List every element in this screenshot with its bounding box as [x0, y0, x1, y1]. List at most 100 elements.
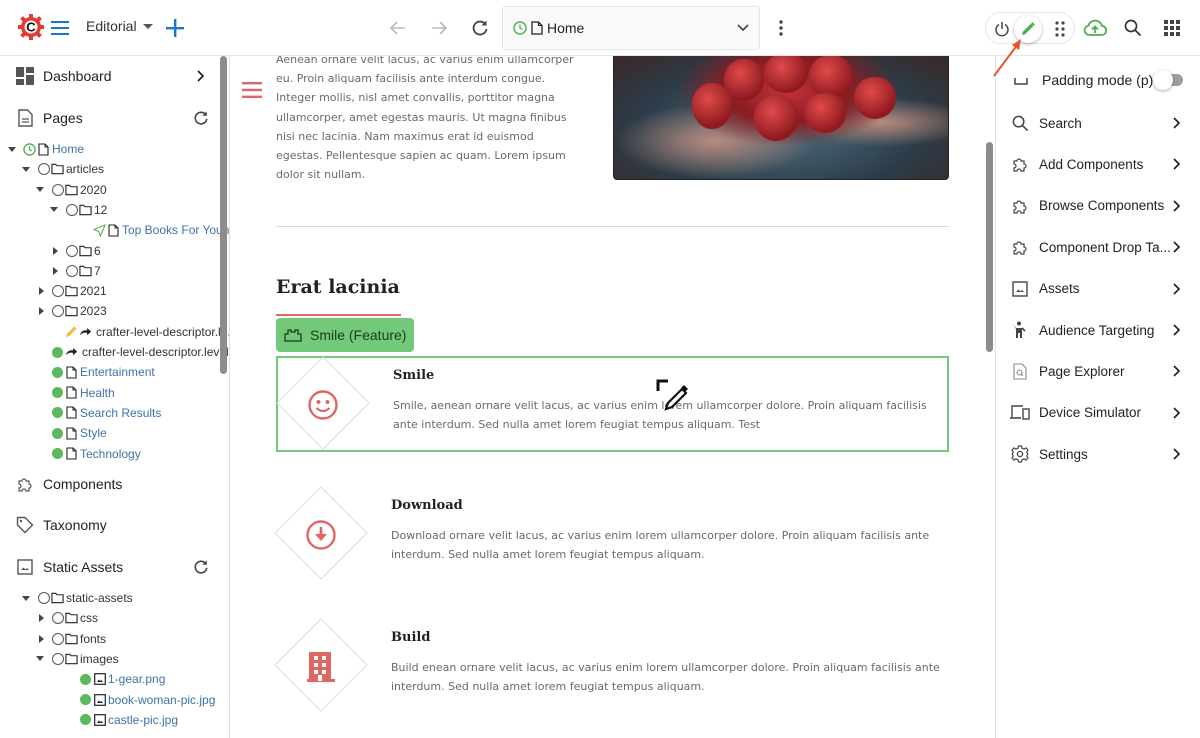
tree-item[interactable]: Entertainment: [0, 362, 229, 382]
preview-scrollbar[interactable]: [986, 142, 993, 352]
chevron-right-icon: [1170, 447, 1184, 461]
heading-underline: [276, 314, 401, 316]
expand-icon[interactable]: [37, 307, 45, 316]
tree-item[interactable]: 7: [0, 261, 229, 281]
strawberries-image[interactable]: [613, 56, 949, 180]
tools-item-audience-targeting[interactable]: Audience Targeting: [996, 310, 1200, 350]
create-content-button[interactable]: [163, 16, 187, 40]
sidebar-item-pages[interactable]: Pages: [0, 98, 220, 138]
edit-mode-button[interactable]: [1014, 15, 1042, 43]
tree-item[interactable]: Technology: [0, 444, 229, 464]
back-button[interactable]: [386, 16, 410, 40]
folder-icon: [79, 244, 92, 257]
tree-item[interactable]: crafter-level-descriptor.le...: [0, 322, 229, 342]
tree-item[interactable]: Home: [0, 139, 229, 159]
tree-item[interactable]: 6: [0, 241, 229, 261]
collapse-icon[interactable]: [36, 655, 44, 663]
feature-item-build[interactable]: Build Build enean ornare velit lacus, ac…: [274, 618, 949, 716]
feature-item-smile[interactable]: Smile Smile, aenean ornare velit lacus, …: [276, 356, 949, 452]
search-button[interactable]: [1121, 16, 1145, 40]
expand-icon[interactable]: [37, 634, 45, 643]
tree-item[interactable]: Style: [0, 423, 229, 443]
tree-item[interactable]: Health: [0, 383, 229, 403]
tree-item[interactable]: articles: [0, 159, 229, 179]
expand-icon[interactable]: [37, 287, 45, 296]
expand-icon[interactable]: [51, 246, 59, 255]
sidebar-toggle-button[interactable]: [50, 18, 70, 38]
tools-item-add-components[interactable]: Add Components: [996, 144, 1200, 184]
sidebar-item-taxonomy[interactable]: Taxonomy: [0, 505, 220, 545]
sidebar-item-label: Static Assets: [43, 559, 124, 575]
reload-button[interactable]: [468, 16, 492, 40]
selected-component-label[interactable]: Smile (Feature): [276, 318, 414, 352]
tools-item-browse-components[interactable]: Browse Components: [996, 186, 1200, 226]
padding-mode-toggle[interactable]: [1153, 70, 1185, 90]
tree-item-label: Health: [80, 385, 115, 400]
collapse-icon[interactable]: [8, 145, 16, 153]
tree-item[interactable]: crafter-level-descriptor.level...: [0, 342, 230, 362]
tree-item[interactable]: css: [0, 608, 229, 628]
live-status-icon: [79, 673, 92, 686]
feature-title: Download: [391, 498, 463, 513]
tools-item-search[interactable]: Search: [996, 103, 1200, 143]
refresh-icon: [472, 20, 488, 36]
tree-item[interactable]: castle-pic.jpg: [0, 710, 229, 730]
tools-item-page-explorer[interactable]: Page Explorer: [996, 351, 1200, 391]
live-status-icon: [51, 386, 64, 399]
page-options-button[interactable]: [770, 16, 792, 40]
devices-icon: [1010, 403, 1030, 423]
sidebar-scrollbar[interactable]: [220, 56, 227, 374]
none-status-icon: [51, 305, 64, 318]
address-bar[interactable]: Home: [502, 6, 760, 50]
sidebar-item-static-assets[interactable]: Static Assets: [0, 547, 220, 587]
collapse-icon[interactable]: [50, 206, 58, 214]
feature-title: Build: [391, 630, 431, 645]
sidebar-item-dashboard[interactable]: Dashboard: [0, 56, 220, 96]
move-mode-button[interactable]: [1048, 17, 1072, 41]
collapse-icon[interactable]: [22, 165, 30, 173]
tools-item-settings[interactable]: Settings: [996, 434, 1200, 474]
folder-icon: [65, 305, 78, 318]
chevron-right-icon: [1170, 157, 1184, 171]
tree-item[interactable]: 12: [0, 200, 229, 220]
tree-item[interactable]: 2023: [0, 301, 229, 321]
page-icon: [107, 224, 120, 237]
forward-button[interactable]: [427, 16, 451, 40]
plus-icon: [166, 19, 184, 37]
collapse-icon[interactable]: [36, 186, 44, 194]
publish-button[interactable]: [1082, 16, 1108, 40]
submitted-status-icon: [93, 223, 106, 237]
site-menu-button[interactable]: [242, 82, 262, 98]
expand-icon[interactable]: [51, 266, 59, 275]
page-icon: [65, 427, 78, 440]
tree-item[interactable]: 2021: [0, 281, 229, 301]
tools-item-component-drop-ta[interactable]: Component Drop Ta...: [996, 227, 1200, 267]
crafter-logo[interactable]: C: [18, 12, 44, 42]
tree-item-label: 6: [94, 243, 101, 258]
puzzle-icon: [1010, 237, 1030, 257]
feature-item-download[interactable]: Download Download ornare velit lacus, ac…: [274, 486, 949, 584]
refresh-assets-button[interactable]: [192, 558, 210, 576]
site-switcher[interactable]: Editorial: [86, 18, 153, 34]
preview-mode-button[interactable]: [990, 17, 1014, 41]
tree-item[interactable]: 2020: [0, 180, 229, 200]
tree-item[interactable]: 1-gear.png: [0, 669, 229, 689]
tree-item[interactable]: Search Results: [0, 403, 229, 423]
tools-item-assets[interactable]: Assets: [996, 269, 1200, 309]
tree-item[interactable]: book-woman-pic.jpg: [0, 690, 229, 710]
tree-item[interactable]: images: [0, 649, 229, 669]
expand-icon[interactable]: [37, 614, 45, 623]
tree-item[interactable]: Top Books For Youn...: [0, 220, 229, 240]
site-name: Editorial: [86, 18, 137, 34]
level-descriptor-icon: [65, 346, 78, 359]
tools-item-device-simulator[interactable]: Device Simulator: [996, 393, 1200, 433]
refresh-pages-button[interactable]: [192, 109, 210, 127]
tree-item-label: crafter-level-descriptor.level...: [82, 345, 230, 359]
sidebar-item-components[interactable]: Components: [0, 464, 220, 504]
collapse-icon[interactable]: [22, 594, 30, 602]
apps-menu-button[interactable]: [1160, 16, 1184, 40]
tree-item[interactable]: fonts: [0, 629, 229, 649]
divider: [276, 226, 949, 227]
edited-status-icon: [65, 325, 78, 338]
tree-item[interactable]: static-assets: [0, 588, 229, 608]
